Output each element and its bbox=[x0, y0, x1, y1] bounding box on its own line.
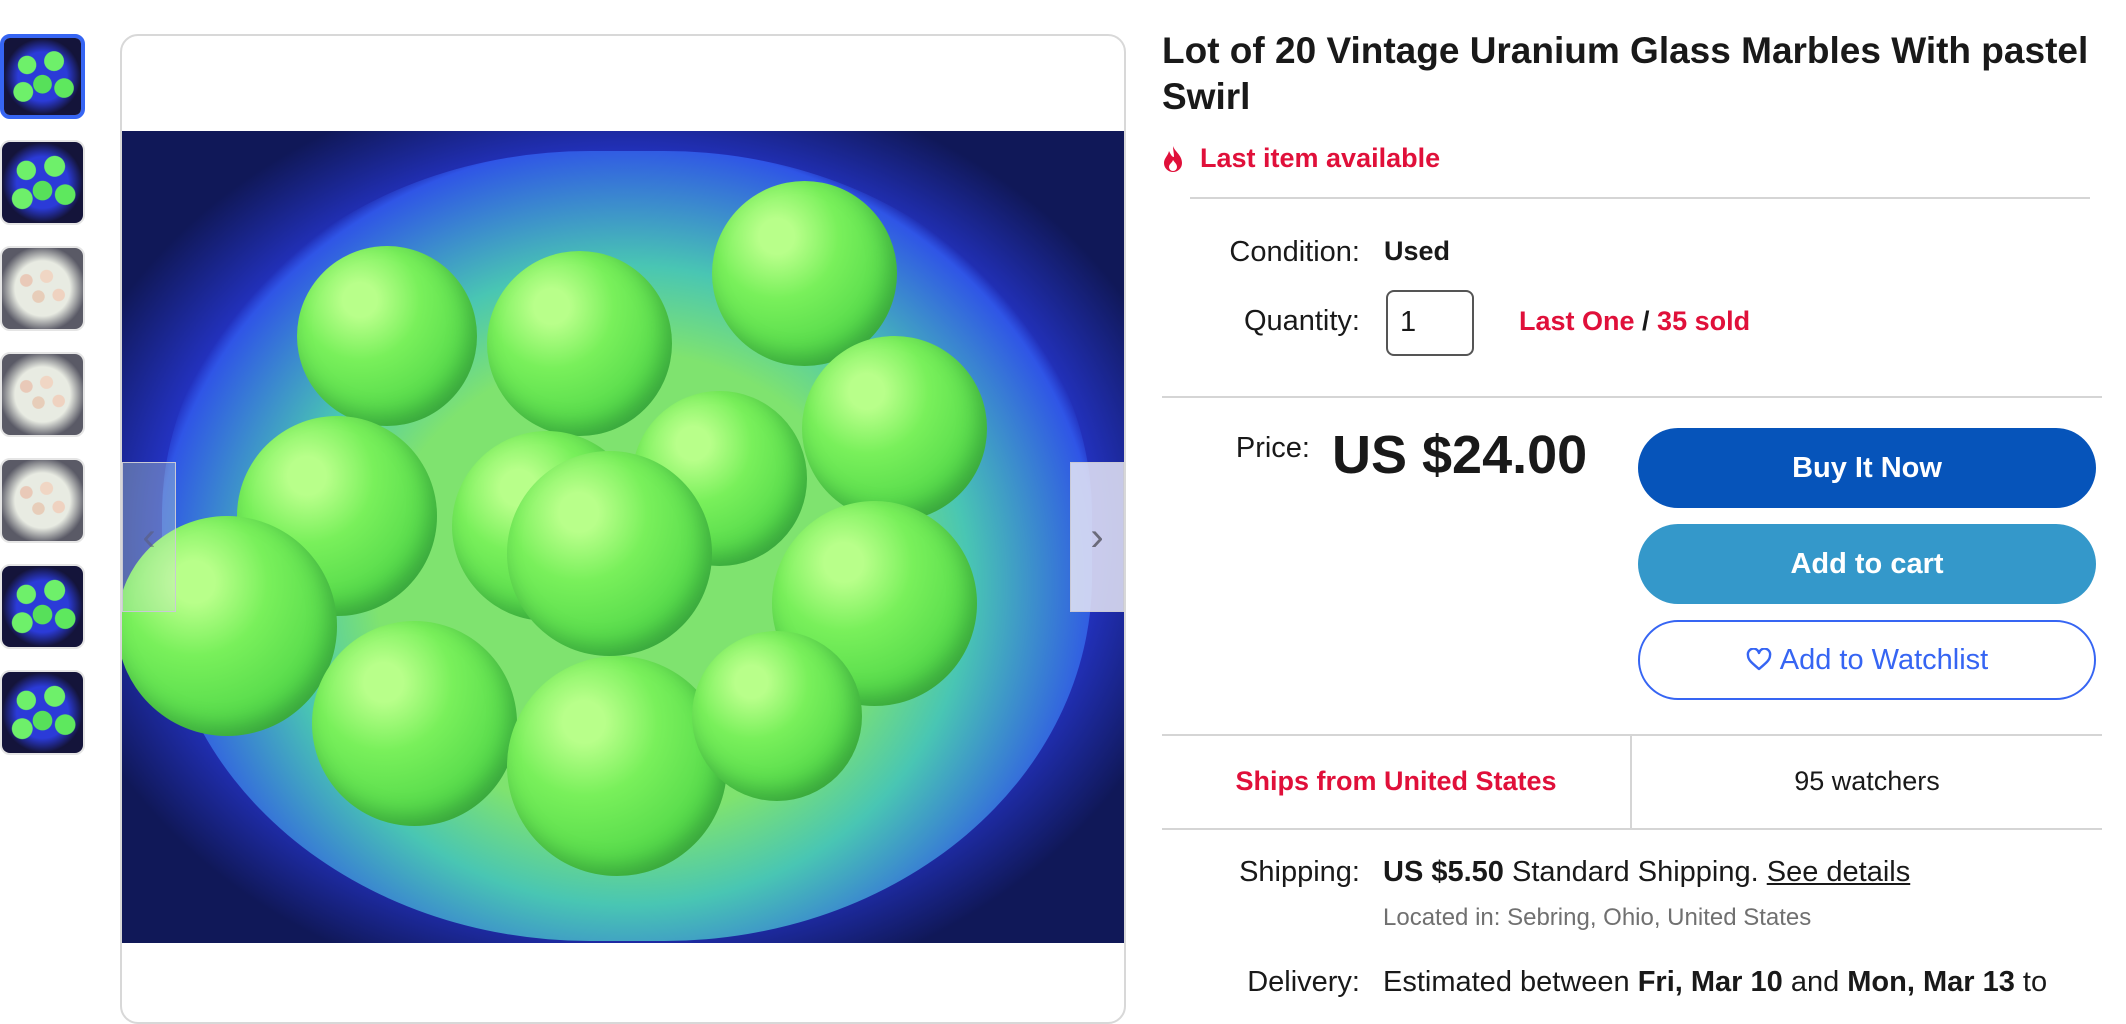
delivery-suffix: to bbox=[2014, 966, 2048, 998]
marble bbox=[802, 336, 987, 521]
marble bbox=[487, 251, 672, 436]
buy-it-now-label: Buy It Now bbox=[1792, 451, 1942, 484]
delivery-end-date: Mon, Mar 13 bbox=[1847, 966, 2015, 998]
marble bbox=[507, 451, 712, 656]
delivery-label: Delivery: bbox=[1247, 966, 1360, 998]
thumbnail-image bbox=[2, 354, 83, 435]
condition-value: Used bbox=[1384, 236, 1451, 266]
quantity-input[interactable]: 1 bbox=[1386, 290, 1474, 356]
buy-it-now-button[interactable]: Buy It Now bbox=[1638, 428, 2096, 508]
marble bbox=[312, 621, 517, 826]
urgency-text: Last item available bbox=[1200, 143, 1441, 173]
thumbnail-image bbox=[4, 38, 81, 115]
sold-count[interactable]: 35 sold bbox=[1657, 306, 1750, 336]
thumbnail-image bbox=[2, 248, 83, 329]
add-to-watchlist-button[interactable]: Add to Watchlist bbox=[1638, 620, 2096, 700]
quantity-label: Quantity: bbox=[1243, 305, 1360, 337]
prev-image-button[interactable]: ‹ bbox=[122, 462, 176, 612]
chevron-right-icon: › bbox=[1090, 514, 1104, 559]
see-details-link[interactable]: See details bbox=[1767, 856, 1911, 888]
thumbnail-2[interactable] bbox=[0, 140, 85, 225]
thumbnail-1[interactable] bbox=[0, 34, 85, 119]
add-to-cart-button[interactable]: Add to cart bbox=[1638, 524, 2096, 604]
watchers-count: 95 watchers bbox=[1794, 766, 1940, 796]
item-title: Lot of 20 Vintage Uranium Glass Marbles … bbox=[1162, 30, 2089, 117]
thumbnail-7[interactable] bbox=[0, 670, 85, 755]
thumbnail-image bbox=[2, 672, 83, 753]
thumbnail-3[interactable] bbox=[0, 246, 85, 331]
main-image-frame: ‹ › bbox=[120, 34, 1126, 1024]
heart-icon bbox=[1746, 648, 1772, 671]
ships-watchers-bar: Ships from United States 95 watchers bbox=[1162, 734, 2102, 830]
quantity-availability: Last One / 35 sold bbox=[1519, 306, 1750, 337]
price-label: Price: bbox=[1235, 432, 1310, 464]
thumbnail-image bbox=[2, 142, 83, 223]
thumbnail-6[interactable] bbox=[0, 564, 85, 649]
delivery-start-date: Fri, Mar 10 bbox=[1637, 966, 1783, 998]
item-location: Located in: Sebring, Ohio, United States bbox=[1383, 904, 1812, 931]
marble bbox=[692, 631, 862, 801]
price-value: US $24.00 bbox=[1332, 425, 1588, 485]
chevron-left-icon: ‹ bbox=[142, 514, 156, 559]
fire-icon bbox=[1164, 145, 1182, 172]
condition-label: Condition: bbox=[1229, 236, 1360, 268]
thumbnail-image bbox=[2, 566, 83, 647]
add-to-watchlist-label: Add to Watchlist bbox=[1779, 643, 1989, 676]
divider bbox=[1162, 396, 2102, 398]
main-product-photo[interactable] bbox=[122, 131, 1124, 943]
next-image-button[interactable]: › bbox=[1070, 462, 1124, 612]
last-one-text: Last One bbox=[1519, 306, 1635, 336]
delivery-prefix: Estimated between bbox=[1383, 966, 1638, 998]
ships-from-text: Ships from United States bbox=[1235, 766, 1557, 796]
delivery-estimate: Estimated between Fri, Mar 10 and Mon, M… bbox=[1383, 966, 2047, 999]
urgency-signal: Last item available bbox=[1162, 143, 1440, 174]
marble bbox=[507, 656, 727, 876]
shipping-label: Shipping: bbox=[1239, 856, 1360, 888]
divider bbox=[1190, 197, 2090, 199]
add-to-cart-label: Add to cart bbox=[1790, 547, 1944, 580]
shipping-method: Standard Shipping. bbox=[1503, 856, 1767, 888]
thumbnail-image bbox=[2, 460, 83, 541]
delivery-mid: and bbox=[1782, 966, 1848, 998]
shipping-info: US $5.50 Standard Shipping. See details bbox=[1383, 856, 1910, 889]
thumbnail-5[interactable] bbox=[0, 458, 85, 543]
separator-slash: / bbox=[1634, 306, 1658, 336]
marble bbox=[297, 246, 477, 426]
shipping-price: US $5.50 bbox=[1383, 856, 1504, 888]
thumbnail-4[interactable] bbox=[0, 352, 85, 437]
